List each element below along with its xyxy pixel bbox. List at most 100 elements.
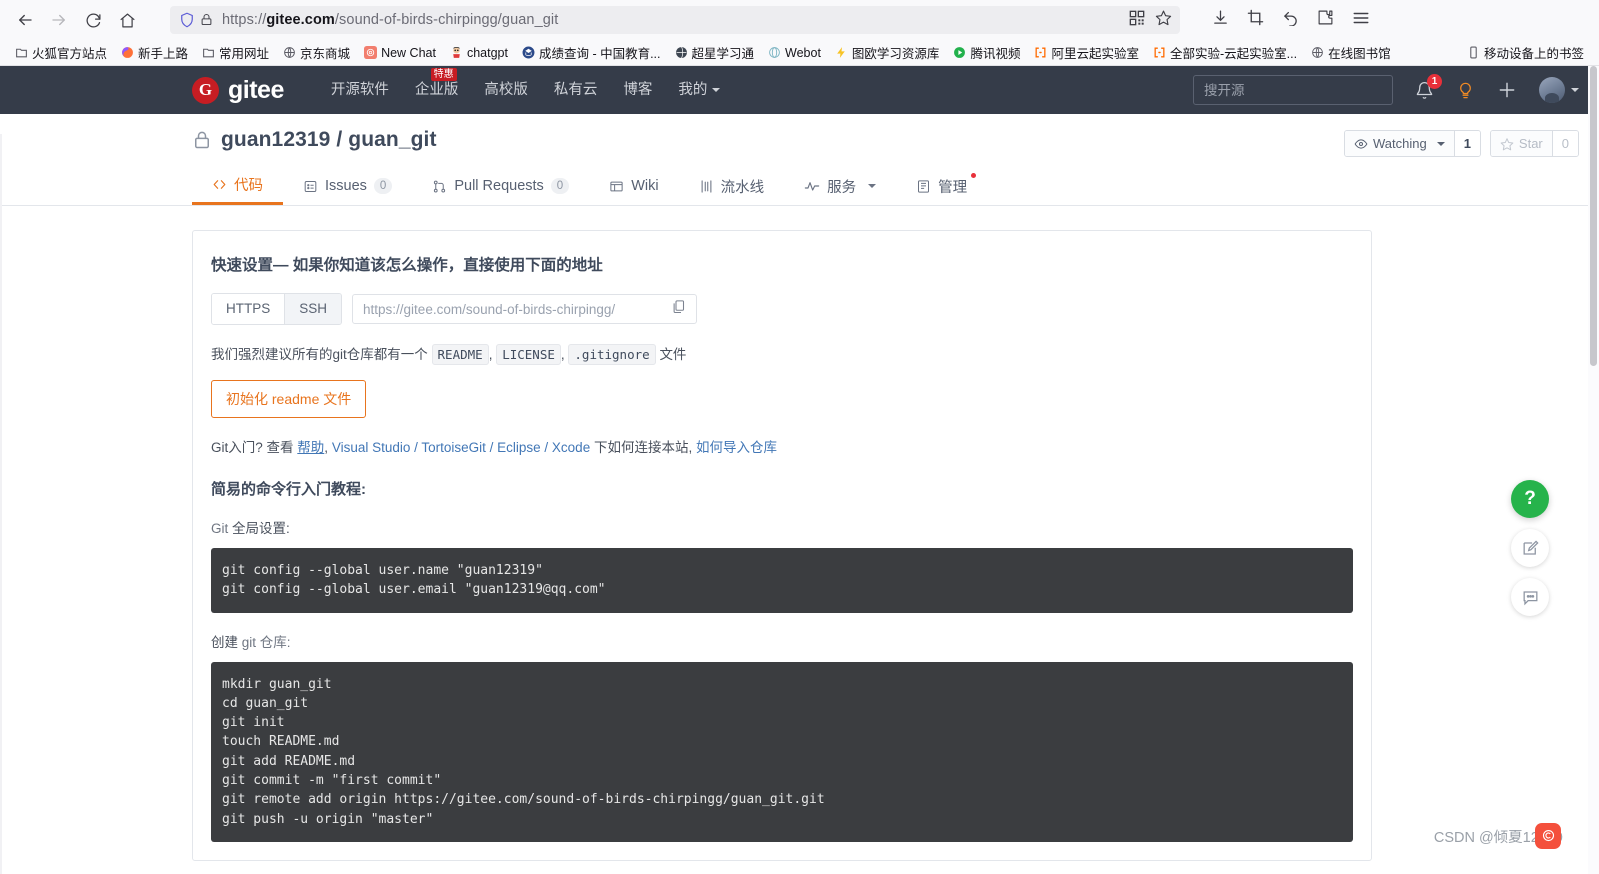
globe-icon bbox=[1312, 47, 1323, 58]
bookmark-item[interactable]: 常用网址 bbox=[195, 42, 276, 64]
comment-fab[interactable] bbox=[1511, 578, 1549, 616]
nav-label: 高校版 bbox=[484, 82, 528, 98]
play-icon bbox=[954, 47, 966, 58]
bookmark-label: New Chat bbox=[381, 45, 436, 60]
init-readme-button[interactable]: 初始化 readme 文件 bbox=[211, 380, 367, 418]
url-text: https://gitee.com/sound-of-birds-chirpin… bbox=[222, 12, 559, 28]
home-button[interactable] bbox=[112, 5, 142, 35]
chevron-down-icon bbox=[868, 184, 877, 188]
file-license: LICENSE bbox=[496, 344, 561, 365]
bookmark-star-icon[interactable] bbox=[1155, 9, 1172, 31]
gitee-logo[interactable]: G gitee bbox=[192, 76, 284, 105]
protocol-https[interactable]: HTTPS bbox=[212, 294, 285, 324]
mobile-bookmarks-item[interactable]: 移动设备上的书签 bbox=[1460, 42, 1591, 64]
bookmark-item[interactable]: 成绩查询 - 中国教育... bbox=[515, 42, 668, 64]
copy-icon[interactable] bbox=[671, 299, 686, 319]
watch-label: Watching bbox=[1372, 136, 1427, 151]
ide-links[interactable]: Visual Studio / TortoiseGit / Eclipse / … bbox=[332, 440, 590, 455]
nav-item-blog[interactable]: 博客 bbox=[610, 66, 665, 114]
nav-item-opensource[interactable]: 开源软件 bbox=[318, 66, 402, 114]
nav-item-privatecloud[interactable]: 私有云 bbox=[541, 66, 611, 114]
bookmark-label: 在线图书馆 bbox=[1328, 47, 1391, 61]
plus-icon[interactable] bbox=[1497, 80, 1517, 100]
bookmark-item[interactable]: 腾讯视频 bbox=[946, 42, 1027, 64]
tab-services[interactable]: 服务 bbox=[784, 167, 896, 205]
repo-full-name[interactable]: guan12319 / guan_git bbox=[221, 128, 437, 152]
notification-count: 1 bbox=[1427, 73, 1442, 89]
tab-wiki[interactable]: Wiki bbox=[589, 167, 678, 205]
screenshot-icon[interactable] bbox=[1247, 9, 1264, 31]
recommend-prefix: 我们强烈建议所有的git仓库都有一个 bbox=[211, 347, 428, 362]
tutorial-title: 简易的命令行入门教程: bbox=[211, 481, 366, 498]
code-icon bbox=[213, 180, 226, 189]
help-fab[interactable]: ? bbox=[1511, 480, 1549, 518]
lightbulb-icon[interactable] bbox=[1456, 81, 1475, 100]
nav-item-edu[interactable]: 高校版 bbox=[471, 66, 541, 114]
bookmark-item[interactable]: 新手上路 bbox=[114, 42, 195, 64]
chevron-down-icon bbox=[1436, 141, 1445, 146]
nav-badge-hot: 特惠 bbox=[430, 68, 457, 81]
reload-button[interactable] bbox=[78, 5, 108, 35]
notification-bell[interactable]: 1 bbox=[1415, 73, 1442, 100]
tab-manage[interactable]: 管理 bbox=[896, 167, 987, 205]
watch-button[interactable]: Watching bbox=[1344, 131, 1454, 156]
chevron-down-icon bbox=[712, 88, 721, 93]
back-button[interactable] bbox=[10, 5, 40, 35]
bookmark-item[interactable]: Webot bbox=[761, 42, 828, 64]
lock-icon bbox=[199, 12, 215, 28]
feedback-fab[interactable] bbox=[1511, 529, 1549, 567]
quickstart-title: 快速设置— 如果你知道该怎么操作，直接使用下面的地址 bbox=[211, 257, 603, 274]
qr-code-icon[interactable] bbox=[1129, 10, 1145, 31]
search-input[interactable] bbox=[1193, 75, 1393, 105]
tab-label: 服务 bbox=[827, 179, 857, 196]
extensions-icon[interactable] bbox=[1317, 9, 1334, 31]
nav-item-mine[interactable]: 我的 bbox=[665, 66, 733, 114]
bookmark-item[interactable]: 火狐官方站点 bbox=[8, 42, 114, 64]
menu-icon[interactable] bbox=[1352, 9, 1370, 32]
scrollbar-thumb[interactable] bbox=[1590, 66, 1597, 366]
lock-icon bbox=[195, 131, 209, 149]
avatar[interactable] bbox=[1539, 77, 1565, 103]
download-icon[interactable] bbox=[1212, 9, 1229, 31]
star-button-group[interactable]: Star 0 bbox=[1489, 130, 1579, 157]
star-button[interactable]: Star bbox=[1490, 131, 1552, 156]
bookmark-item[interactable]: New Chat bbox=[357, 42, 443, 64]
bookmark-label: 超星学习通 bbox=[691, 47, 755, 61]
clone-url-field[interactable]: https://gitee.com/sound-of-birds-chirpin… bbox=[352, 294, 698, 324]
address-bar[interactable]: https://gitee.com/sound-of-birds-chirpin… bbox=[170, 6, 1180, 34]
star-label: Star bbox=[1518, 136, 1543, 151]
file-gitignore: .gitignore bbox=[568, 344, 656, 365]
tab-pull-requests[interactable]: Pull Requests 0 bbox=[412, 167, 589, 205]
bookmark-item[interactable]: 在线图书馆 bbox=[1304, 42, 1398, 64]
tab-pipeline[interactable]: 流水线 bbox=[679, 167, 785, 205]
import-repo-link[interactable]: 如何导入仓库 bbox=[696, 440, 777, 455]
tab-code[interactable]: 代码 bbox=[192, 167, 283, 205]
bookmark-item[interactable]: chatgpt bbox=[443, 42, 515, 64]
bookmark-item[interactable]: 京东商城 bbox=[276, 42, 357, 64]
bookmark-item[interactable]: 全部实验-云起实验室... bbox=[1146, 42, 1304, 64]
bookmark-label: 新手上路 bbox=[138, 47, 189, 61]
undo-icon[interactable] bbox=[1282, 9, 1299, 31]
comment-icon bbox=[1523, 590, 1537, 605]
manage-icon bbox=[918, 179, 930, 193]
tab-issues[interactable]: Issues 0 bbox=[283, 167, 412, 205]
page-scrollbar[interactable] bbox=[1588, 66, 1599, 874]
recommended-files-hint: 我们强烈建议所有的git仓库都有一个 README, LICENSE, .git… bbox=[211, 343, 1353, 365]
watch-button-group[interactable]: Watching 1 bbox=[1343, 130, 1481, 157]
feedback-edit-icon bbox=[1523, 539, 1539, 555]
bookmark-item[interactable]: 阿里云起实验室 bbox=[1027, 42, 1146, 64]
chevron-down-icon[interactable] bbox=[1571, 88, 1579, 92]
protocol-ssh[interactable]: SSH bbox=[284, 294, 342, 324]
bookmark-item[interactable]: 超星学习通 bbox=[668, 42, 762, 64]
forward-button[interactable] bbox=[44, 5, 74, 35]
star-count[interactable]: 0 bbox=[1551, 131, 1578, 156]
create-repo-code: mkdir guan_git cd guan_git git init touc… bbox=[211, 661, 1353, 842]
help-link[interactable]: 帮助 bbox=[297, 440, 324, 455]
bookmark-item[interactable]: 图欧学习资源库 bbox=[828, 42, 947, 64]
mobile-icon bbox=[1470, 46, 1477, 59]
nav-item-enterprise[interactable]: 特惠 企业版 bbox=[402, 66, 472, 114]
bookmark-label: 图欧学习资源库 bbox=[851, 47, 940, 61]
nav-label: 我的 bbox=[678, 82, 708, 98]
browser-chrome: https://gitee.com/sound-of-birds-chirpin… bbox=[0, 0, 1599, 66]
watch-count[interactable]: 1 bbox=[1453, 131, 1480, 156]
